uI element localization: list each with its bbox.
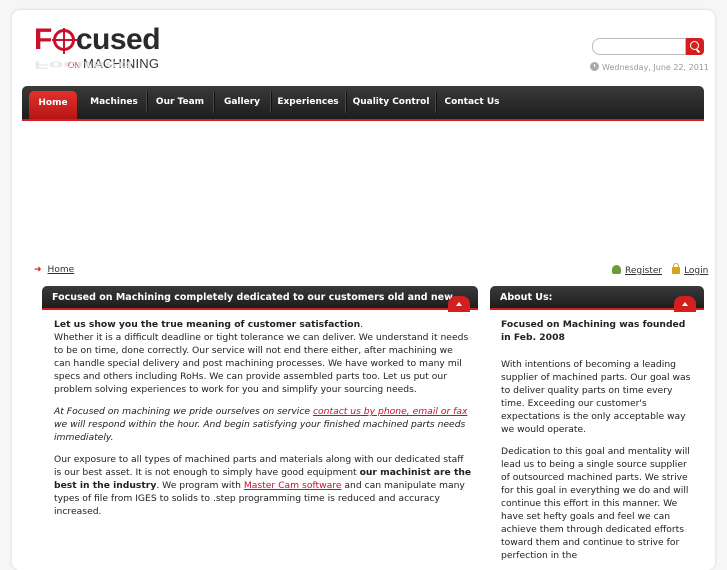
current-date: Wednesday, June 22, 2011 [590,62,709,72]
nav-item-quality-control[interactable]: Quality Control [351,86,431,119]
nav-item-machines[interactable]: Machines [86,86,142,119]
main-content: Let us show you the true meaning of cust… [54,318,472,527]
breadcrumb: ➜ Home [34,265,74,275]
login-link[interactable]: Login [684,266,708,276]
crosshair-icon [51,28,78,54]
logo-text-cused: cused [75,23,161,56]
collapse-button[interactable] [674,296,696,312]
site-logo[interactable]: Fcused ON MACHINING Focused [34,25,174,87]
about-intentions: With intentions of becoming a leading su… [501,359,691,435]
intro-text: Whether it is a difficult deadline or ti… [54,332,469,395]
logo-wordmark: Fcused [34,23,161,56]
about-dedication: Dedication to this goal and mentality wi… [501,446,690,561]
about-panel-header: About Us: [490,286,704,312]
search-box [592,38,704,55]
logo-letter-f: F [34,23,52,56]
service-text-b: we will respond within the hour. And beg… [54,419,466,443]
logo-reflection: Focused [34,58,133,71]
search-button[interactable] [686,38,704,55]
about-panel-title: About Us: [500,292,553,303]
nav-item-gallery[interactable]: Gallery [218,86,266,119]
nav-divider [435,92,437,113]
user-add-icon [612,265,621,274]
intro-paragraph: Let us show you the true meaning of cust… [54,318,472,396]
nav-item-home[interactable]: Home [29,91,77,119]
nav-item-contact-us[interactable]: Contact Us [440,86,504,119]
intro-period: . [360,319,364,330]
about-content: Focused on Machining was founded in Feb.… [501,318,697,570]
intro-heading: Let us show you the true meaning of cust… [54,319,361,330]
nav-divider [345,92,347,113]
nav-divider [146,92,148,113]
exposure-text-b: . We program with [156,480,244,491]
nav-divider [213,92,215,113]
arrow-right-icon: ➜ [34,265,42,275]
search-icon [690,41,699,50]
page-container: Fcused ON MACHINING Focused Wednesday, Ju… [12,10,715,570]
nav-item-experiences[interactable]: Experiences [276,86,340,119]
contact-link[interactable]: contact us by phone, email or fax [313,406,468,417]
main-panel-header: Focused on Machining completely dedicate… [42,286,478,312]
date-text: Wednesday, June 22, 2011 [602,63,709,72]
collapse-button[interactable] [448,296,470,312]
nav-divider [270,92,272,113]
service-paragraph: At Focused on machining we pride ourselv… [54,405,472,444]
about-founded: Focused on Machining was founded in Feb.… [501,318,697,344]
user-links: Register Login [612,263,708,276]
search-input[interactable] [592,38,686,55]
lock-icon [672,263,681,274]
clock-icon [590,62,599,71]
register-link[interactable]: Register [625,266,662,276]
master-cam-link[interactable]: Master Cam software [244,480,342,491]
main-nav: Home Machines Our Team Gallery Experienc… [22,86,704,121]
service-text-a: At Focused on machining we pride ourselv… [54,406,313,417]
about-founded-text: Focused on Machining was founded in Feb.… [501,319,686,343]
nav-item-our-team[interactable]: Our Team [150,86,210,119]
main-panel-title: Focused on Machining completely dedicate… [52,292,453,303]
breadcrumb-home-link[interactable]: Home [48,265,75,275]
exposure-paragraph: Our exposure to all types of machined pa… [54,453,472,518]
